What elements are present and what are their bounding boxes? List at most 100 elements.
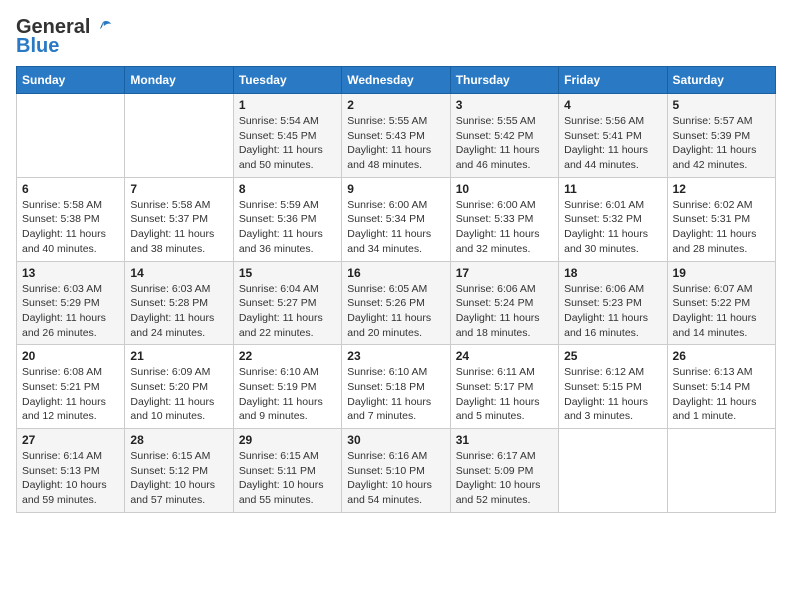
day-number: 29 (239, 433, 336, 447)
day-info: Sunrise: 6:14 AMSunset: 5:13 PMDaylight:… (22, 449, 119, 508)
calendar-cell: 29 Sunrise: 6:15 AMSunset: 5:11 PMDaylig… (233, 429, 341, 513)
day-info: Sunrise: 6:00 AMSunset: 5:34 PMDaylight:… (347, 198, 444, 257)
calendar-cell: 18 Sunrise: 6:06 AMSunset: 5:23 PMDaylig… (559, 261, 667, 345)
weekday-header-thursday: Thursday (450, 67, 558, 94)
logo-bird-icon (94, 19, 112, 37)
calendar-cell: 30 Sunrise: 6:16 AMSunset: 5:10 PMDaylig… (342, 429, 450, 513)
day-info: Sunrise: 5:56 AMSunset: 5:41 PMDaylight:… (564, 114, 661, 173)
day-number: 5 (673, 98, 770, 112)
day-info: Sunrise: 5:58 AMSunset: 5:37 PMDaylight:… (130, 198, 227, 257)
day-info: Sunrise: 6:02 AMSunset: 5:31 PMDaylight:… (673, 198, 770, 257)
calendar-cell: 17 Sunrise: 6:06 AMSunset: 5:24 PMDaylig… (450, 261, 558, 345)
weekday-header-wednesday: Wednesday (342, 67, 450, 94)
calendar-cell (559, 429, 667, 513)
calendar-cell: 7 Sunrise: 5:58 AMSunset: 5:37 PMDayligh… (125, 177, 233, 261)
day-info: Sunrise: 6:10 AMSunset: 5:18 PMDaylight:… (347, 365, 444, 424)
weekday-header-sunday: Sunday (17, 67, 125, 94)
calendar-cell: 9 Sunrise: 6:00 AMSunset: 5:34 PMDayligh… (342, 177, 450, 261)
calendar-cell (17, 94, 125, 178)
day-number: 13 (22, 266, 119, 280)
day-info: Sunrise: 6:15 AMSunset: 5:12 PMDaylight:… (130, 449, 227, 508)
calendar-cell: 6 Sunrise: 5:58 AMSunset: 5:38 PMDayligh… (17, 177, 125, 261)
day-info: Sunrise: 6:17 AMSunset: 5:09 PMDaylight:… (456, 449, 553, 508)
calendar-cell: 1 Sunrise: 5:54 AMSunset: 5:45 PMDayligh… (233, 94, 341, 178)
day-info: Sunrise: 6:06 AMSunset: 5:24 PMDaylight:… (456, 282, 553, 341)
day-info: Sunrise: 6:10 AMSunset: 5:19 PMDaylight:… (239, 365, 336, 424)
day-info: Sunrise: 6:12 AMSunset: 5:15 PMDaylight:… (564, 365, 661, 424)
day-number: 14 (130, 266, 227, 280)
day-number: 23 (347, 349, 444, 363)
day-info: Sunrise: 6:08 AMSunset: 5:21 PMDaylight:… (22, 365, 119, 424)
day-number: 28 (130, 433, 227, 447)
day-number: 8 (239, 182, 336, 196)
calendar-cell: 5 Sunrise: 5:57 AMSunset: 5:39 PMDayligh… (667, 94, 775, 178)
day-number: 2 (347, 98, 444, 112)
day-number: 9 (347, 182, 444, 196)
day-info: Sunrise: 6:04 AMSunset: 5:27 PMDaylight:… (239, 282, 336, 341)
day-info: Sunrise: 5:55 AMSunset: 5:42 PMDaylight:… (456, 114, 553, 173)
day-number: 3 (456, 98, 553, 112)
day-number: 4 (564, 98, 661, 112)
day-info: Sunrise: 6:05 AMSunset: 5:26 PMDaylight:… (347, 282, 444, 341)
logo-blue: Blue (16, 35, 59, 58)
day-number: 17 (456, 266, 553, 280)
calendar-table: SundayMondayTuesdayWednesdayThursdayFrid… (16, 66, 776, 513)
calendar-cell: 19 Sunrise: 6:07 AMSunset: 5:22 PMDaylig… (667, 261, 775, 345)
day-info: Sunrise: 5:55 AMSunset: 5:43 PMDaylight:… (347, 114, 444, 173)
day-info: Sunrise: 6:16 AMSunset: 5:10 PMDaylight:… (347, 449, 444, 508)
day-number: 26 (673, 349, 770, 363)
day-number: 15 (239, 266, 336, 280)
day-info: Sunrise: 6:00 AMSunset: 5:33 PMDaylight:… (456, 198, 553, 257)
weekday-header-monday: Monday (125, 67, 233, 94)
calendar-cell: 4 Sunrise: 5:56 AMSunset: 5:41 PMDayligh… (559, 94, 667, 178)
calendar-cell: 8 Sunrise: 5:59 AMSunset: 5:36 PMDayligh… (233, 177, 341, 261)
calendar-cell (667, 429, 775, 513)
weekday-header-friday: Friday (559, 67, 667, 94)
calendar-cell (125, 94, 233, 178)
calendar-cell: 31 Sunrise: 6:17 AMSunset: 5:09 PMDaylig… (450, 429, 558, 513)
calendar-cell: 15 Sunrise: 6:04 AMSunset: 5:27 PMDaylig… (233, 261, 341, 345)
day-info: Sunrise: 6:01 AMSunset: 5:32 PMDaylight:… (564, 198, 661, 257)
calendar-cell: 25 Sunrise: 6:12 AMSunset: 5:15 PMDaylig… (559, 345, 667, 429)
day-number: 21 (130, 349, 227, 363)
calendar-cell: 14 Sunrise: 6:03 AMSunset: 5:28 PMDaylig… (125, 261, 233, 345)
day-number: 10 (456, 182, 553, 196)
day-number: 7 (130, 182, 227, 196)
day-number: 6 (22, 182, 119, 196)
day-number: 31 (456, 433, 553, 447)
day-number: 16 (347, 266, 444, 280)
day-info: Sunrise: 6:13 AMSunset: 5:14 PMDaylight:… (673, 365, 770, 424)
calendar-cell: 3 Sunrise: 5:55 AMSunset: 5:42 PMDayligh… (450, 94, 558, 178)
day-number: 18 (564, 266, 661, 280)
calendar-cell: 2 Sunrise: 5:55 AMSunset: 5:43 PMDayligh… (342, 94, 450, 178)
calendar-cell: 11 Sunrise: 6:01 AMSunset: 5:32 PMDaylig… (559, 177, 667, 261)
day-number: 24 (456, 349, 553, 363)
day-info: Sunrise: 5:59 AMSunset: 5:36 PMDaylight:… (239, 198, 336, 257)
calendar-cell: 16 Sunrise: 6:05 AMSunset: 5:26 PMDaylig… (342, 261, 450, 345)
day-number: 1 (239, 98, 336, 112)
calendar-cell: 13 Sunrise: 6:03 AMSunset: 5:29 PMDaylig… (17, 261, 125, 345)
day-info: Sunrise: 6:09 AMSunset: 5:20 PMDaylight:… (130, 365, 227, 424)
page-header: General Blue (16, 16, 776, 58)
day-info: Sunrise: 6:06 AMSunset: 5:23 PMDaylight:… (564, 282, 661, 341)
day-number: 12 (673, 182, 770, 196)
calendar-cell: 26 Sunrise: 6:13 AMSunset: 5:14 PMDaylig… (667, 345, 775, 429)
calendar-cell: 24 Sunrise: 6:11 AMSunset: 5:17 PMDaylig… (450, 345, 558, 429)
day-number: 25 (564, 349, 661, 363)
day-number: 30 (347, 433, 444, 447)
day-number: 11 (564, 182, 661, 196)
calendar-cell: 22 Sunrise: 6:10 AMSunset: 5:19 PMDaylig… (233, 345, 341, 429)
calendar-cell: 27 Sunrise: 6:14 AMSunset: 5:13 PMDaylig… (17, 429, 125, 513)
weekday-header-saturday: Saturday (667, 67, 775, 94)
weekday-header-tuesday: Tuesday (233, 67, 341, 94)
day-info: Sunrise: 5:57 AMSunset: 5:39 PMDaylight:… (673, 114, 770, 173)
day-info: Sunrise: 6:07 AMSunset: 5:22 PMDaylight:… (673, 282, 770, 341)
day-number: 19 (673, 266, 770, 280)
day-info: Sunrise: 6:03 AMSunset: 5:28 PMDaylight:… (130, 282, 227, 341)
day-number: 20 (22, 349, 119, 363)
day-info: Sunrise: 6:03 AMSunset: 5:29 PMDaylight:… (22, 282, 119, 341)
calendar-cell: 10 Sunrise: 6:00 AMSunset: 5:33 PMDaylig… (450, 177, 558, 261)
calendar-cell: 21 Sunrise: 6:09 AMSunset: 5:20 PMDaylig… (125, 345, 233, 429)
day-info: Sunrise: 5:58 AMSunset: 5:38 PMDaylight:… (22, 198, 119, 257)
day-info: Sunrise: 6:11 AMSunset: 5:17 PMDaylight:… (456, 365, 553, 424)
